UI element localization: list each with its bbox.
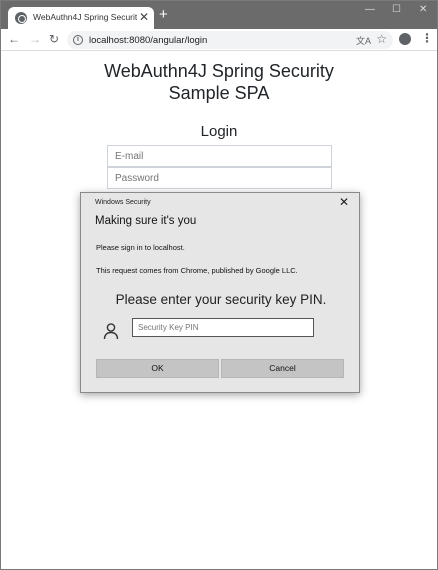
ok-button[interactable]: OK — [96, 359, 219, 378]
new-tab-button[interactable]: + — [159, 7, 168, 23]
back-arrow-icon[interactable]: ← — [8, 32, 20, 46]
tab-title: WebAuthn4J Spring Security Sam — [33, 12, 137, 22]
forward-arrow-icon[interactable]: → — [29, 32, 41, 46]
address-bar[interactable]: i localhost:8080/angular/login 文A ☆ — [67, 31, 393, 49]
browser-window: WebAuthn4J Spring Security Sam ✕ + — ☐ ✕… — [0, 0, 438, 570]
dialog-source-text: This request comes from Chrome, publishe… — [96, 266, 298, 275]
pin-prompt: Please enter your security key PIN. — [115, 292, 327, 307]
window-close-icon[interactable]: ✕ — [419, 4, 427, 16]
translate-icon[interactable]: 文A — [356, 34, 371, 47]
url-text[interactable]: localhost:8080/angular/login — [89, 35, 207, 46]
dialog-heading: Making sure it's you — [95, 215, 197, 227]
page-title-line2: Sample SPA — [168, 83, 270, 103]
dialog-caption: Windows Security — [95, 199, 151, 206]
login-heading: Login — [200, 123, 238, 140]
password-field[interactable] — [107, 167, 332, 189]
user-icon — [103, 323, 119, 340]
page-title: WebAuthn4J Spring Security Sample SPA — [1, 60, 437, 104]
windows-security-dialog: Windows Security ✕ Making sure it's you … — [80, 192, 360, 393]
dialog-sign-in-text: Please sign in to localhost. — [96, 243, 185, 252]
email-field[interactable] — [107, 145, 332, 167]
globe-icon — [15, 12, 27, 24]
minimize-icon[interactable]: — — [365, 4, 375, 16]
star-icon[interactable]: ☆ — [376, 32, 387, 46]
tab-strip: WebAuthn4J Spring Security Sam ✕ + — ☐ ✕ — [1, 1, 437, 29]
reload-icon[interactable]: ↻ — [49, 32, 59, 46]
browser-toolbar: ← → ↻ i localhost:8080/angular/login 文A … — [1, 29, 437, 51]
profile-icon[interactable] — [399, 33, 411, 45]
security-key-pin-input[interactable] — [132, 318, 314, 337]
maximize-icon[interactable]: ☐ — [392, 4, 401, 16]
tab-close-icon[interactable]: ✕ — [139, 10, 149, 24]
dialog-close-icon[interactable]: ✕ — [339, 195, 349, 209]
menu-icon[interactable]: ⋮ — [421, 31, 433, 45]
browser-tab[interactable]: WebAuthn4J Spring Security Sam ✕ — [8, 7, 154, 29]
info-icon[interactable]: i — [73, 35, 83, 45]
cancel-button[interactable]: Cancel — [221, 359, 344, 378]
page-title-line1: WebAuthn4J Spring Security — [104, 61, 334, 81]
